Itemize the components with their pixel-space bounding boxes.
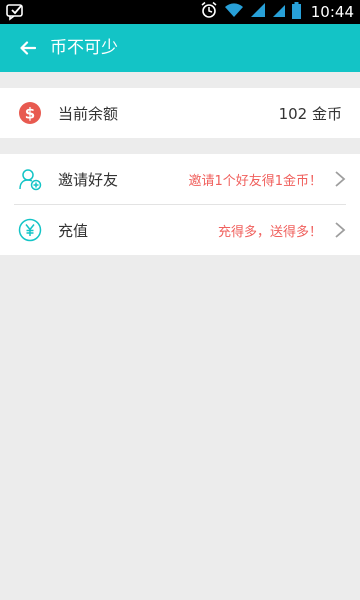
balance-label: 当前余额: [58, 104, 119, 123]
battery-icon: [291, 1, 301, 23]
invite-friends-row[interactable]: 邀请好友 邀请1个好友得1金币！: [0, 154, 360, 204]
actions-card: 邀请好友 邀请1个好友得1金币！ 充值 充得多，送得多！: [0, 154, 360, 255]
balance-value: 102 金币: [278, 104, 342, 123]
balance-row: $ 当前余额 102 金币: [0, 88, 360, 138]
app-toolbar: 币不可少: [0, 24, 360, 72]
status-time: 10:44: [310, 3, 354, 21]
recharge-row[interactable]: 充值 充得多，送得多！: [0, 205, 360, 255]
invite-friends-label: 邀请好友: [58, 170, 119, 189]
signal-icon-2: [272, 2, 286, 22]
page-title: 币不可少: [50, 38, 118, 58]
invite-friends-hint: 邀请1个好友得1金币！: [188, 173, 322, 189]
wifi-icon: [224, 2, 244, 22]
alarm-icon: [200, 1, 218, 23]
add-friend-icon: [18, 167, 42, 191]
svg-text:$: $: [25, 105, 35, 123]
recharge-hint: 充得多，送得多！: [217, 224, 322, 240]
coin-icon: $: [18, 101, 42, 125]
balance-card: $ 当前余额 102 金币: [0, 88, 360, 138]
signal-icon: [250, 2, 266, 22]
recharge-label: 充值: [58, 221, 89, 240]
status-bar: 10:44: [0, 0, 360, 24]
back-arrow-icon: [20, 41, 36, 55]
back-button[interactable]: [14, 36, 42, 60]
notification-icon: [6, 3, 30, 21]
chevron-right-icon: [335, 222, 346, 238]
chevron-right-icon: [335, 171, 346, 187]
yuan-icon: [18, 218, 42, 242]
